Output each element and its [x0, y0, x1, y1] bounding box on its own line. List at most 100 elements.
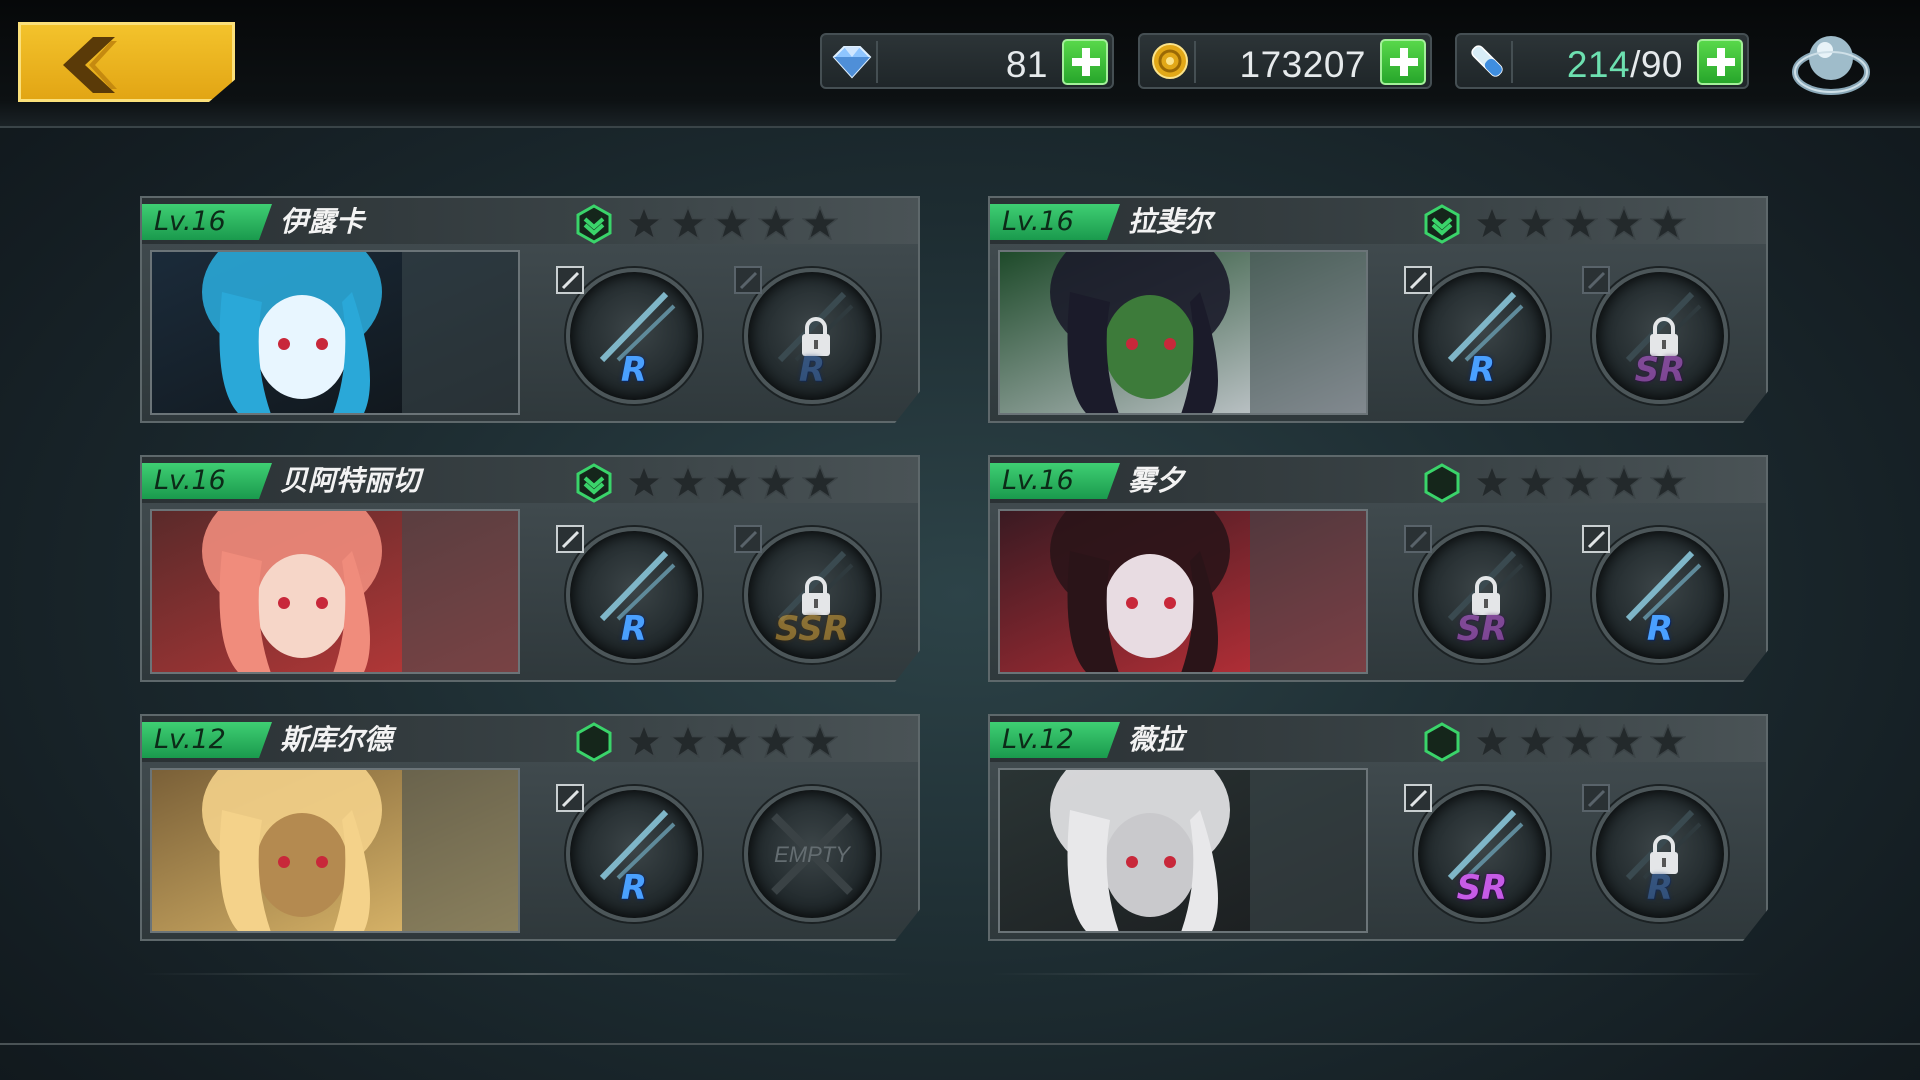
weapon-slot[interactable]: SR: [1582, 266, 1728, 404]
level-badge: Lv.16: [142, 204, 272, 240]
weapon-slot[interactable]: R: [556, 266, 702, 404]
divider: [990, 973, 1765, 975]
edit-slash-icon[interactable]: [556, 525, 584, 553]
star-icon: [670, 724, 706, 758]
star-icon: [1650, 465, 1686, 499]
diamond-icon: [828, 41, 878, 83]
edit-slash-icon[interactable]: [556, 266, 584, 294]
star-rating: [626, 206, 838, 240]
edit-slash-icon[interactable]: [734, 266, 762, 294]
back-button[interactable]: [18, 22, 235, 102]
potion-vial-icon: [1463, 41, 1513, 83]
level-badge: Lv.16: [990, 463, 1120, 499]
level-badge: Lv.16: [142, 463, 272, 499]
character-card[interactable]: Lv.16 伊露卡 R R: [140, 196, 920, 423]
star-icon: [802, 465, 838, 499]
star-icon: [802, 206, 838, 240]
character-card[interactable]: Lv.16 贝阿特丽切 R SSR: [140, 455, 920, 682]
edit-slash-icon[interactable]: [1404, 266, 1432, 294]
rarity-label: R: [1646, 609, 1674, 649]
add-gold-button[interactable]: [1380, 39, 1426, 85]
add-stamina-button[interactable]: [1697, 39, 1743, 85]
star-rating: [626, 465, 838, 499]
edit-slash-icon[interactable]: [734, 525, 762, 553]
star-icon: [1606, 465, 1642, 499]
weapon-slot[interactable]: SR: [1404, 784, 1550, 922]
weapon-slot[interactable]: SSR: [734, 525, 880, 663]
edit-slash-icon[interactable]: [1582, 525, 1610, 553]
card-header: Lv.16 伊露卡: [142, 198, 918, 244]
weapon-slot[interactable]: R: [1404, 266, 1550, 404]
weapon-slot[interactable]: R: [734, 266, 880, 404]
level-badge: Lv.12: [142, 722, 272, 758]
gem-count: 81: [1005, 44, 1048, 85]
star-icon: [1474, 465, 1510, 499]
green-hexagon-rank-icon: [576, 204, 612, 244]
level-badge: Lv.12: [990, 722, 1120, 758]
star-rating: [1474, 465, 1686, 499]
add-gems-button[interactable]: [1062, 39, 1108, 85]
level-badge: Lv.16: [990, 204, 1120, 240]
star-icon: [758, 724, 794, 758]
card-header: Lv.12 斯库尔德: [142, 716, 918, 762]
green-hexagon-rank-icon: [1424, 463, 1460, 503]
rarity-label: R: [1646, 868, 1674, 908]
star-icon: [1562, 724, 1598, 758]
edit-slash-icon[interactable]: [556, 784, 584, 812]
rarity-label: SR: [1634, 350, 1686, 390]
character-card[interactable]: Lv.12 薇拉 SR R: [988, 714, 1768, 941]
weapon-slot[interactable]: SR: [1404, 525, 1550, 663]
star-icon: [1474, 724, 1510, 758]
star-icon: [714, 206, 750, 240]
orb-icon[interactable]: [1790, 28, 1872, 104]
weapon-slot[interactable]: R: [556, 784, 702, 922]
rarity-label: SSR: [775, 609, 849, 649]
star-icon: [714, 465, 750, 499]
green-hexagon-rank-icon: [576, 463, 612, 503]
rarity-label: SR: [1456, 609, 1508, 649]
character-portrait: [1000, 770, 1366, 931]
gold-count: 173207: [1239, 44, 1366, 85]
card-header: Lv.12 薇拉: [990, 716, 1766, 762]
star-icon: [670, 206, 706, 240]
star-icon: [714, 724, 750, 758]
rarity-label: R: [798, 350, 826, 390]
character-name: 薇拉: [1128, 723, 1185, 756]
character-portrait: [152, 770, 518, 931]
rarity-label: R: [1468, 350, 1496, 390]
card-header: Lv.16 拉斐尔: [990, 198, 1766, 244]
edit-slash-icon[interactable]: [1582, 266, 1610, 294]
green-hexagon-rank-icon: [1424, 722, 1460, 762]
star-icon: [1518, 465, 1554, 499]
empty-slot-label: EMPTY: [774, 842, 850, 867]
rarity-label: SR: [1456, 868, 1508, 908]
character-card[interactable]: Lv.16 雾夕 SR R: [988, 455, 1768, 682]
character-card[interactable]: Lv.16 拉斐尔 R SR: [988, 196, 1768, 423]
character-name: 伊露卡: [280, 205, 365, 238]
character-portrait: [1000, 511, 1366, 672]
weapon-slot[interactable]: R: [1582, 784, 1728, 922]
gold-coin-icon: [1146, 41, 1196, 83]
star-icon: [1562, 206, 1598, 240]
portrait-frame: [150, 250, 520, 415]
stamina-counter: 214/90: [1455, 33, 1749, 89]
weapon-slot[interactable]: R: [1582, 525, 1728, 663]
divider: [142, 973, 917, 975]
weapon-slot[interactable]: R: [556, 525, 702, 663]
character-portrait: [1000, 252, 1366, 413]
weapon-slot-empty[interactable]: EMPTY: [744, 786, 880, 922]
portrait-frame: [150, 509, 520, 674]
rarity-label: R: [620, 868, 648, 908]
character-card[interactable]: Lv.12 斯库尔德 R EMPTY: [140, 714, 920, 941]
stamina-count: 214/90: [1566, 44, 1683, 85]
character-portrait: [152, 511, 518, 672]
portrait-frame: [998, 250, 1368, 415]
edit-slash-icon[interactable]: [1404, 784, 1432, 812]
star-icon: [758, 206, 794, 240]
edit-slash-icon[interactable]: [1582, 784, 1610, 812]
chevron-left-icon: [63, 37, 117, 93]
star-icon: [1650, 724, 1686, 758]
star-icon: [1562, 465, 1598, 499]
edit-slash-icon[interactable]: [1404, 525, 1432, 553]
star-icon: [626, 465, 662, 499]
